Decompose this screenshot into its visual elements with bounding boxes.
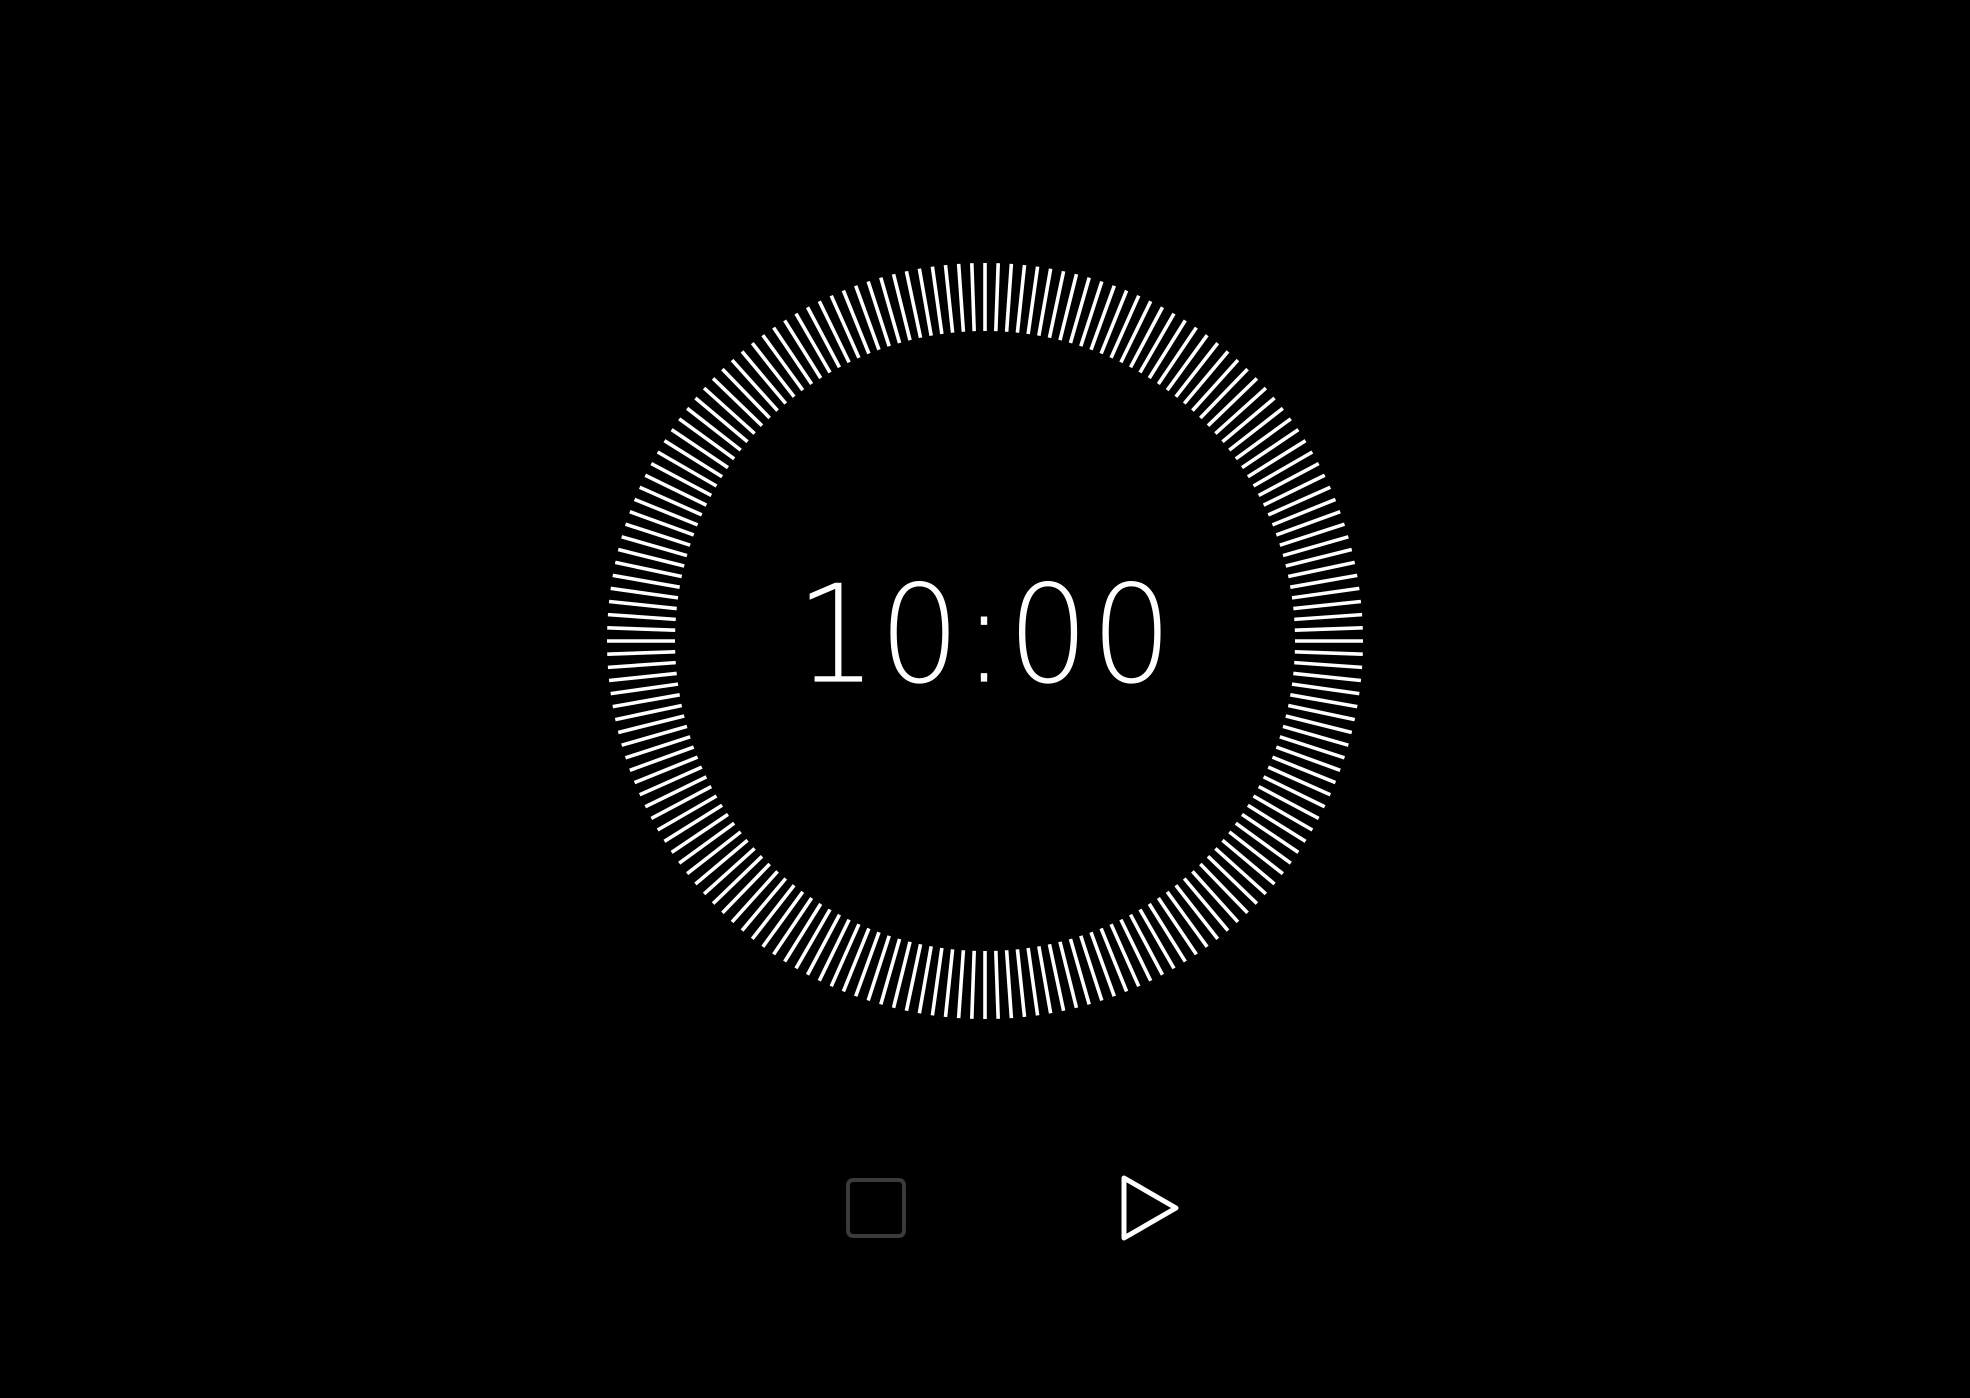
dial-tick [608,599,677,611]
play-triangle-icon [1121,1175,1179,1241]
dial-tick [1294,650,1363,656]
dial-tick [1294,660,1363,670]
dial-tick [841,289,871,355]
dial-tick [1026,947,1040,1016]
dial-tick [612,693,681,709]
dial-tick [1015,264,1027,333]
dial-tick [1004,950,1014,1019]
dial-tick [817,300,851,364]
dial-tick [1271,497,1337,527]
dial-tick [638,485,703,517]
dial-tick [829,923,861,988]
dial-tick [829,294,861,359]
dial-tick [1004,263,1014,332]
dial-tick [1089,931,1116,997]
dial-tick [1015,949,1027,1018]
dial-tick [1293,599,1362,611]
dial-tick [1109,294,1141,359]
dial-tick [1262,775,1326,809]
dial-tick [1267,765,1332,797]
dial-tick [956,263,966,332]
timer-screen: 10:00 [0,0,1970,1398]
dial-tick [607,660,676,670]
dial-tick [1119,300,1153,364]
dial-tick [917,268,933,337]
dial-tick [610,682,679,696]
dial-tick [633,497,699,527]
dial-tick [930,947,944,1016]
dial-tick [607,612,676,622]
dial-tick [1119,918,1153,982]
dial-tick [612,573,681,589]
dial-tick [1289,693,1358,709]
dial-tick [994,263,1000,332]
dial-tick [1109,923,1141,988]
timer-display: 10:00 [795,556,1175,714]
dial-tick [610,586,679,600]
dial-tick [970,950,976,1019]
dial-tick [629,745,695,772]
dial-tick [1026,266,1040,335]
dial-tick [854,285,881,351]
dial-tick [1089,285,1116,351]
play-button[interactable] [1106,1168,1186,1248]
dial-tick [607,626,676,632]
dial-tick [943,264,955,333]
dial-tick [633,755,699,785]
stop-button[interactable] [836,1168,916,1248]
dial-tick [608,671,677,683]
dial-tick [930,266,944,335]
dial-tick [644,473,708,507]
dial-tick [644,775,708,809]
dial-tick [970,263,976,332]
dial-tick [1291,586,1360,600]
dial-tick [854,931,881,997]
dial-tick [943,949,955,1018]
dial-tick [1099,289,1129,355]
dial-tick [1293,671,1362,683]
dial-tick [638,765,703,797]
dial-tick [1271,755,1337,785]
dial-tick [1262,473,1326,507]
dial-tick [917,945,933,1014]
dial-tick [1294,626,1363,632]
dial-tick [1037,268,1053,337]
dial-tick [1275,745,1341,772]
dial-tick [607,650,676,656]
dial-tick [817,918,851,982]
dial-tick [629,510,695,537]
dial-tick [994,950,1000,1019]
dial-tick [1289,573,1358,589]
dial-tick [1291,682,1360,696]
dial-tick [1267,485,1332,517]
dial-tick [1099,927,1129,993]
dial-tick [1037,945,1053,1014]
stop-square-icon [846,1178,906,1238]
dial-tick [841,927,871,993]
dial-tick [956,950,966,1019]
dial-tick [1294,612,1363,622]
dial-tick [1275,510,1341,537]
